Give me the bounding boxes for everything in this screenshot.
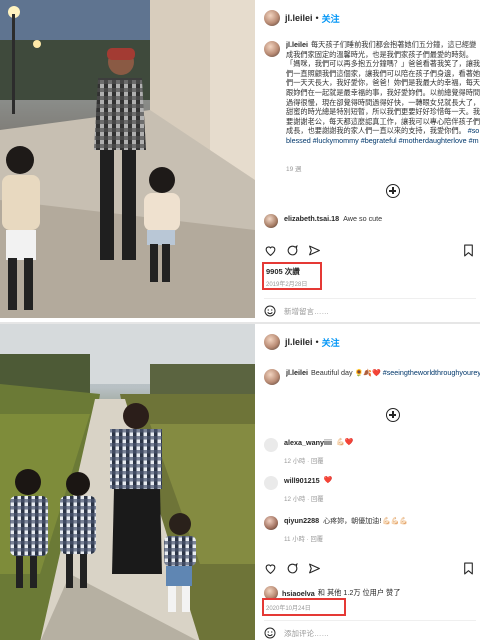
- follow-button[interactable]: 关注: [322, 336, 340, 349]
- comment-meta: 11 小時 · 回覆: [284, 536, 324, 543]
- share-icon[interactable]: [308, 562, 321, 575]
- comment-username[interactable]: will901215: [284, 476, 320, 485]
- comment-text: Awe so cute: [343, 214, 383, 223]
- add-comment-bar: 新增留言……: [264, 298, 476, 317]
- username[interactable]: jl.leilei: [285, 337, 313, 347]
- post-header: jl.leilei • 关注: [264, 332, 340, 352]
- comment-item: alexa_wanyiiii 💪🏻❤️: [264, 438, 353, 452]
- caption-avatar[interactable]: [264, 41, 280, 57]
- post-side-column: jl.leilei • 关注 jl.leilei 每天孩子们睡前我们都会抱著她们五…: [258, 0, 480, 320]
- save-icon[interactable]: [463, 562, 474, 575]
- comment-icon[interactable]: [286, 244, 299, 257]
- user-avatar[interactable]: [264, 334, 280, 350]
- post-header: jl.leilei • 关注: [264, 8, 340, 28]
- post-actions: [264, 244, 474, 260]
- comment-username[interactable]: elizabeth.tsai.18: [284, 214, 339, 223]
- comment-text: 💪🏻❤️: [335, 438, 354, 446]
- post-actions: [264, 562, 474, 578]
- comment-username[interactable]: qiyun2288: [284, 516, 319, 525]
- post-side-column: jl.leilei • 关注 jl.leilei Beautiful day 🌻🍂…: [258, 324, 480, 640]
- caption-emoji: 🌻🍂❤️: [354, 369, 381, 377]
- smiley-icon[interactable]: [264, 627, 276, 639]
- post-caption: jl.leilei Beautiful day 🌻🍂❤️ #seeingthewo…: [264, 368, 480, 385]
- like-count[interactable]: 9905 次讚: [266, 266, 300, 277]
- commenter-avatar[interactable]: [264, 476, 278, 490]
- comment-meta: 12 小時 · 回覆: [284, 458, 324, 465]
- caption-text: 每天孩子们睡前我们都会抱著她们五分鐘，這已經變成我們家固定的溫馨時光，也是我們家…: [286, 40, 480, 136]
- heart-icon[interactable]: [264, 244, 277, 257]
- commenter-avatar[interactable]: [264, 214, 278, 228]
- caption-username[interactable]: jl.leilei: [286, 40, 308, 49]
- smiley-icon[interactable]: [264, 305, 276, 317]
- add-comment-input[interactable]: 新增留言……: [284, 306, 329, 317]
- comment-username[interactable]: alexa_wanyiiii: [284, 438, 332, 447]
- comment-icon[interactable]: [286, 562, 299, 575]
- separator-dot: •: [315, 13, 319, 23]
- instagram-post-2: jl.leilei • 关注 jl.leilei Beautiful day 🌻🍂…: [0, 322, 480, 640]
- comment-item: will901215 ❤️: [264, 476, 332, 490]
- commenter-avatar[interactable]: [264, 438, 278, 452]
- save-icon[interactable]: [463, 244, 474, 257]
- share-icon[interactable]: [308, 244, 321, 257]
- instagram-post-1: jl.leilei • 关注 jl.leilei 每天孩子们睡前我们都会抱著她们五…: [0, 0, 480, 320]
- comment-text: ❤️: [323, 476, 333, 484]
- liked-by-user[interactable]: hsiaoelva: [282, 589, 315, 598]
- add-comment-input[interactable]: 添加评论……: [284, 628, 329, 639]
- caption-hashtags[interactable]: #seeingtheworldthroughyourey: [383, 368, 480, 377]
- comment-text: 心疼妳，朝優加油!💪🏻💪🏻💪🏻: [323, 517, 409, 525]
- user-avatar[interactable]: [264, 10, 280, 26]
- post-photo-family-walk[interactable]: [0, 0, 255, 318]
- post-date: 2019年2月28日: [266, 282, 308, 288]
- caption-timestamp: 19 週: [286, 166, 302, 173]
- separator-dot: •: [315, 337, 319, 347]
- caption-avatar[interactable]: [264, 369, 280, 385]
- plus-circle-icon[interactable]: [386, 408, 400, 422]
- caption-username[interactable]: jl.leilei: [286, 368, 308, 377]
- heart-icon[interactable]: [264, 562, 277, 575]
- add-comment-bar: 添加评论……: [264, 620, 476, 639]
- liked-by-rest[interactable]: 和 其他 1.2万 位用户 赞了: [318, 588, 401, 598]
- follow-button[interactable]: 关注: [322, 12, 340, 25]
- caption-text: Beautiful day: [310, 368, 353, 377]
- commenter-avatar[interactable]: [264, 516, 278, 530]
- username[interactable]: jl.leilei: [285, 13, 313, 23]
- comment-item: elizabeth.tsai.18 Awe so cute: [264, 214, 382, 228]
- post-date: 2020年10月24日: [266, 606, 311, 612]
- post-photo-sunflower-path[interactable]: [0, 324, 255, 640]
- plus-circle-icon[interactable]: [386, 184, 400, 198]
- comment-item: qiyun2288 心疼妳，朝優加油!💪🏻💪🏻💪🏻: [264, 516, 408, 530]
- post-caption: jl.leilei 每天孩子们睡前我们都会抱著她们五分鐘，這已經變成我們家固定的溫…: [264, 40, 480, 146]
- comment-meta: 12 小時 · 回覆: [284, 496, 324, 503]
